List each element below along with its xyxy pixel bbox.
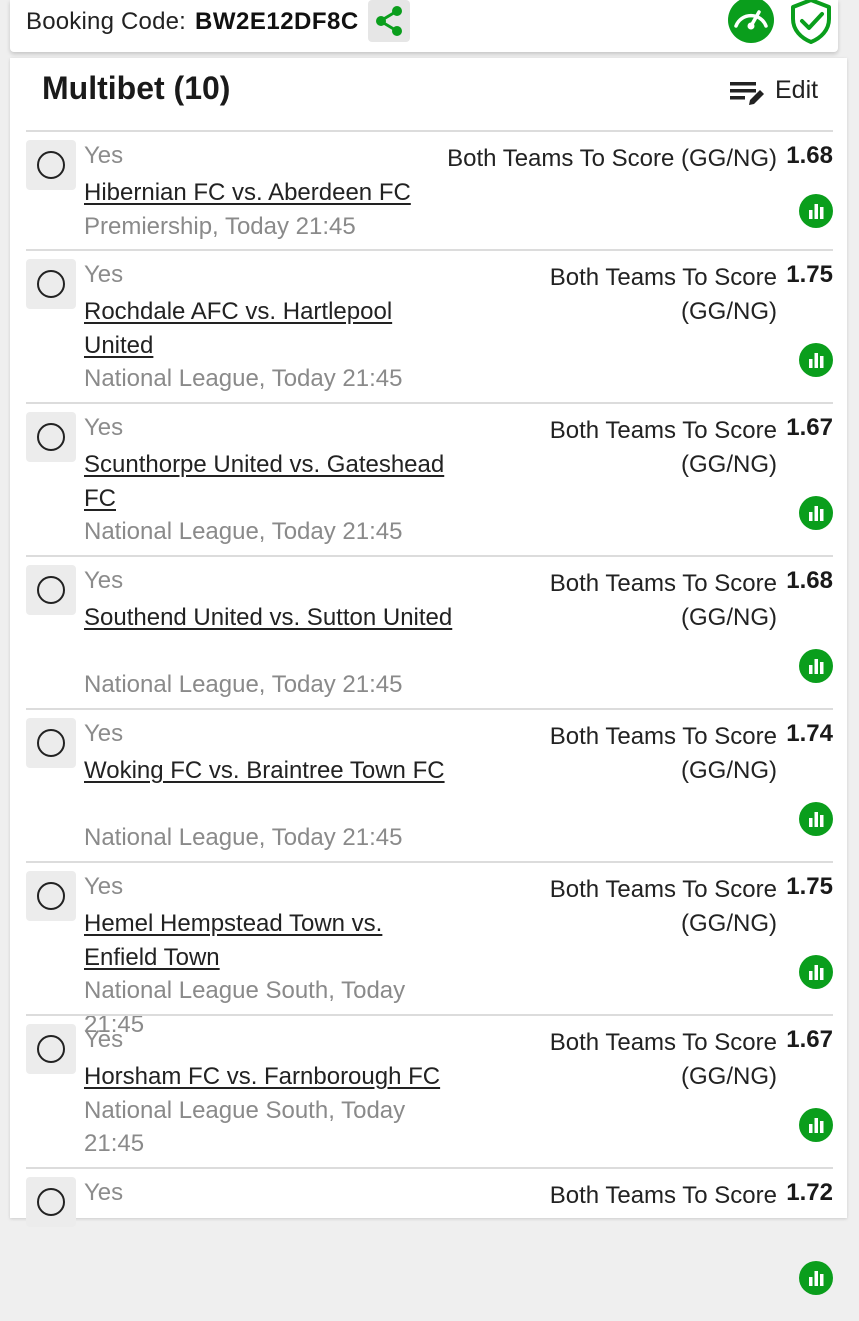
selection-checkbox[interactable] [26, 1177, 76, 1227]
selection-league: National League, Today 21:45 [84, 365, 403, 392]
share-icon [376, 6, 402, 36]
selection-market: Both Teams To Score (GG/NG) [549, 570, 777, 631]
selection-market: Both Teams To Score (GG/NG) [549, 876, 777, 937]
selection-pick: Yes [84, 261, 124, 288]
selection-match-link[interactable]: Hibernian FC vs. Aberdeen FC [84, 176, 456, 210]
stats-icon[interactable] [799, 1108, 833, 1142]
selection-checkbox[interactable] [26, 1024, 76, 1074]
selection-checkbox[interactable] [26, 140, 76, 190]
selection-odds: 1.67 [786, 1026, 833, 1053]
selection-checkbox[interactable] [26, 259, 76, 309]
selection-pick: Yes [84, 414, 124, 441]
selection-match-link[interactable]: Rochdale AFC vs. Hartlepool United [84, 295, 456, 362]
stats-icon[interactable] [799, 802, 833, 836]
selection-market: Both Teams To Score [549, 1182, 777, 1209]
stats-icon[interactable] [799, 496, 833, 530]
radio-circle-icon [37, 423, 65, 451]
radio-circle-icon [37, 729, 65, 757]
edit-list-icon [730, 82, 764, 105]
radio-circle-icon [37, 270, 65, 298]
selection-market: Both Teams To Score (GG/NG) [549, 1029, 777, 1090]
selection-pick: Yes [84, 567, 124, 594]
selection-row: Yes Both Teams To Score 1.72 [26, 1167, 833, 1321]
selection-row: Yes Horsham FC vs. Farnborough FC National… [26, 1014, 833, 1168]
selection-odds: 1.74 [786, 720, 833, 747]
selection-odds: 1.75 [786, 873, 833, 900]
selection-row: Yes Hemel Hempstead Town vs. Enfield Town… [26, 861, 833, 1038]
shield-check-icon [791, 0, 831, 44]
radio-circle-icon [37, 151, 65, 179]
selection-pick: Yes [84, 720, 124, 747]
betslip-panel: Multibet (10) Edit Yes Hibernian FC vs. A… [10, 58, 847, 1295]
selection-league: Premiership, Today 21:45 [84, 212, 356, 240]
selection-checkbox[interactable] [26, 871, 76, 921]
selection-match-link[interactable]: Horsham FC vs. Farnborough FC [84, 1060, 456, 1094]
selection-pick: Yes [84, 1179, 124, 1206]
selection-pick: Yes [84, 142, 124, 169]
selection-odds: 1.68 [786, 567, 833, 594]
selection-league: National League South, Today 21:45 [84, 1096, 406, 1158]
selection-row: Yes Woking FC vs. Braintree Town FC Nation… [26, 708, 833, 862]
selection-odds: 1.67 [786, 414, 833, 441]
betslip-title: Multibet (10) [42, 70, 231, 106]
stats-icon[interactable] [799, 1261, 833, 1295]
selection-match-link[interactable]: Woking FC vs. Braintree Town FC [84, 754, 456, 788]
share-button[interactable] [368, 0, 410, 42]
odds-boost-button[interactable] [726, 0, 776, 44]
booking-bar: Booking Code: BW2E12DF8C [10, 0, 838, 52]
selection-odds: 1.75 [786, 261, 833, 288]
selection-market: Both Teams To Score (GG/NG) [549, 264, 777, 325]
selection-pick: Yes [84, 873, 124, 900]
selection-market: Both Teams To Score (GG/NG) [447, 145, 777, 172]
selection-league: National League, Today 21:45 [84, 671, 403, 698]
selection-row: Yes Rochdale AFC vs. Hartlepool United Nat… [26, 249, 833, 403]
selection-checkbox[interactable] [26, 412, 76, 462]
radio-circle-icon [37, 882, 65, 910]
selection-odds: 1.68 [786, 142, 833, 169]
selection-league: National League, Today 21:45 [84, 518, 403, 545]
selection-row: Yes Scunthorpe United vs. Gateshead FC Nat… [26, 402, 833, 556]
selection-match-link[interactable]: Hemel Hempstead Town vs. Enfield Town [84, 907, 456, 974]
stats-icon[interactable] [799, 343, 833, 377]
stats-icon[interactable] [799, 955, 833, 989]
selection-checkbox[interactable] [26, 718, 76, 768]
booking-code-value[interactable]: BW2E12DF8C [195, 8, 359, 36]
stats-icon[interactable] [799, 194, 833, 228]
edit-label: Edit [775, 76, 819, 104]
speedometer-icon [728, 0, 774, 43]
selection-market: Both Teams To Score (GG/NG) [549, 417, 777, 478]
selection-match-link[interactable]: Southend United vs. Sutton United [84, 601, 456, 635]
selection-checkbox[interactable] [26, 565, 76, 615]
stats-icon[interactable] [799, 649, 833, 683]
selection-market: Both Teams To Score (GG/NG) [549, 723, 777, 784]
radio-circle-icon [37, 576, 65, 604]
selection-odds: 1.72 [786, 1179, 833, 1206]
booking-code-label: Booking Code: [26, 8, 187, 35]
selection-pick: Yes [84, 1026, 124, 1053]
radio-circle-icon [37, 1035, 65, 1063]
selection-row: Yes Southend United vs. Sutton United Nati… [26, 555, 833, 709]
radio-circle-icon [37, 1188, 65, 1216]
selection-match-link[interactable]: Scunthorpe United vs. Gateshead FC [84, 448, 456, 515]
selection-league: National League, Today 21:45 [84, 824, 403, 851]
cashout-shield-button[interactable] [787, 0, 835, 44]
